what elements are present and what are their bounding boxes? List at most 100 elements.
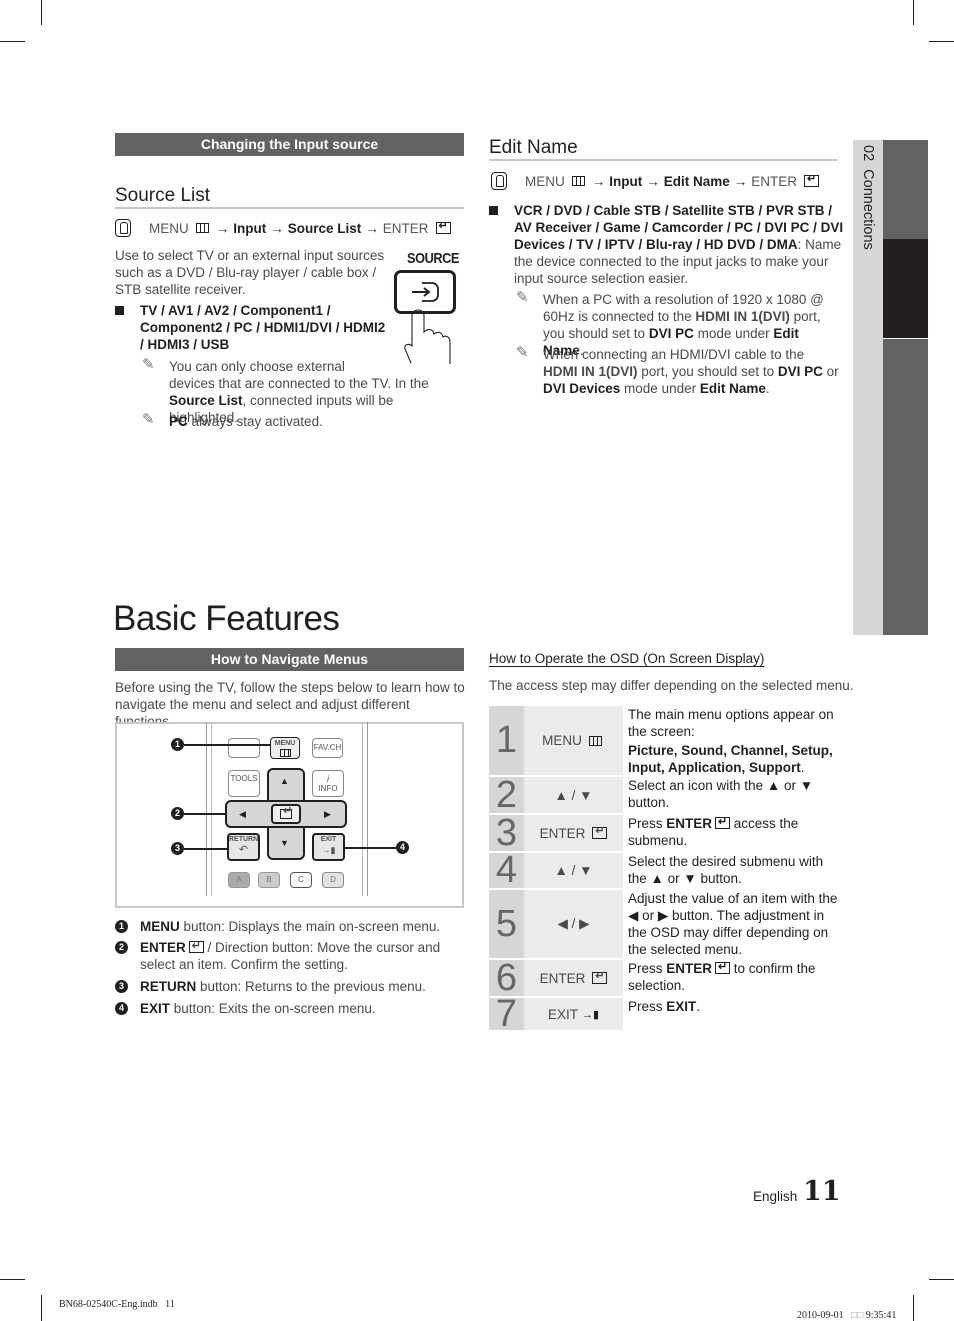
osd-step-row: 4 ▲ / ▼ Select the desired submenu with … [489,851,839,889]
enter-icon [188,938,204,955]
enter-icon [592,969,608,984]
footer-language: English [753,1189,798,1204]
step-description: Adjust the value of an item with the ◀ o… [628,891,838,957]
print-timestamp: 2010-09-01 □□ 9:35:41 [797,1310,897,1321]
step-description: Press EXIT. [628,999,701,1014]
legend-number-4: 4 [115,1002,128,1015]
remote-enter-button[interactable] [271,804,301,824]
enter-icon [715,814,731,831]
source-input-icon [404,282,451,364]
hand-press-icon [115,219,131,237]
section-bar-input-source: Changing the Input source [115,133,464,156]
step-button: EXIT →▮ [524,998,623,1030]
remote-down-arrow[interactable]: ▼ [280,838,289,848]
legend-number-2: 2 [115,941,128,954]
heading-rule [115,207,464,209]
edit-name-menu-path: MENU → Input → Edit Name → ENTER [491,172,820,190]
remote-color-d-button[interactable]: D [322,872,344,888]
source-list-bullet: TV / AV1 / AV2 / Component1 / Component2… [140,303,386,352]
remote-info-button[interactable]: i INFO [312,770,344,797]
legend-number-1: 1 [115,920,128,933]
callout-line [184,744,270,746]
return-icon: ↶ [238,844,249,856]
remote-illustration: MENU FAV.CH TOOLS i INFO ▲ ▼ ◀ ▶ RETURN … [115,722,464,908]
step-number: 7 [489,995,524,1033]
step-number: 6 [489,959,524,997]
osd-heading: How to Operate the OSD (On Screen Displa… [489,651,765,666]
menu-icon [279,749,291,757]
legend-item: MENU button: Displays the main on-screen… [140,919,441,934]
osd-step-row: 1 MENU The main menu options appear on t… [489,706,839,775]
remote-return-button[interactable]: RETURN ↶ [227,833,260,861]
step-number: 4 [489,851,524,889]
step-number: 1 [489,706,524,775]
step-button: ▲ / ▼ [524,777,623,813]
step-number: 3 [489,814,524,852]
side-tab-label: 02 Connections [860,145,876,250]
note-pencil-icon: ✎ [142,411,155,428]
osd-step-row: 7 EXIT →▮ Press EXIT. [489,995,839,1033]
osd-step-row: 5 ◀ / ▶ Adjust the value of an item with… [489,890,839,958]
source-list-heading: Source List [115,185,211,206]
callout-line [345,847,396,849]
step-button: ◀ / ▶ [524,890,623,958]
enter-icon [804,172,820,187]
section-bar-navigate-menus: How to Navigate Menus [115,648,464,671]
legend-number-3: 3 [115,980,128,993]
note-pencil-icon: ✎ [516,289,529,306]
side-tab-active-section[interactable] [883,239,928,338]
step-button: ENTER [524,815,623,851]
source-button-illustration: SOURCE [390,250,465,365]
side-tab-section [883,339,928,635]
callout-2: 2 [171,807,184,820]
remote-right-arrow[interactable]: ▶ [324,809,331,820]
source-list-menu-path: MENU → Input → Source List → ENTER [115,219,451,237]
callout-line [184,848,227,850]
legend-item: RETURN button: Returns to the previous m… [140,979,426,994]
page-title: Basic Features [113,599,340,638]
step-description: The main menu options appear on the scre… [628,707,834,775]
step-description: Press ENTER to confirm the selection. [628,959,840,994]
exit-icon: →▮ [321,845,336,855]
heading-rule [489,159,838,161]
source-list-intro: Use to select TV or an external input so… [115,248,385,297]
crop-mark [41,1295,42,1321]
page-number: 11 [803,1176,841,1207]
step-button: MENU [524,706,623,775]
remote-menu-button[interactable]: MENU [270,737,300,759]
enter-icon [715,959,731,976]
crop-mark [929,41,954,42]
remote-up-arrow[interactable]: ▲ [280,776,289,786]
step-description: Press ENTER access the submenu. [628,814,840,849]
menu-icon [588,735,602,746]
bullet-square [115,306,124,315]
remote-color-b-button[interactable]: B [258,872,280,888]
remote-left-arrow[interactable]: ◀ [239,809,246,820]
print-file-name: BN68-02540C-Eng.indb 11 [59,1299,175,1310]
source-list-note-2: PC always stay activated. [169,414,323,429]
menu-icon [571,176,585,186]
remote-exit-button[interactable]: EXIT →▮ [312,833,345,861]
remote-favch-button[interactable]: FAV.CH [312,738,343,758]
menu-icon [195,223,209,233]
step-number: 2 [489,776,524,814]
legend-item: EXIT button: Exits the on-screen menu. [140,1001,376,1016]
callout-line [184,813,227,815]
crop-mark [913,1295,914,1321]
step-number: 5 [489,890,524,958]
edit-name-note-2: When connecting an HDMI/DVI cable to the… [543,347,839,396]
step-description: Select the desired submenu with the ▲ or… [628,854,824,886]
remote-color-c-button[interactable]: C [290,872,312,888]
remote-tools-button[interactable]: TOOLS [228,770,260,797]
osd-intro: The access step may differ depending on … [489,678,854,693]
remote-color-a-button[interactable]: A [228,872,250,888]
legend-item: ENTER / Direction button: Move the curso… [140,938,460,973]
note-pencil-icon: ✎ [142,356,155,373]
edit-name-bullet: VCR / DVD / Cable STB / Satellite STB / … [514,203,844,286]
crop-mark [41,0,42,25]
edit-name-heading: Edit Name [489,137,578,158]
bullet-square [489,206,498,215]
callout-3: 3 [171,842,184,855]
remote-blank-button[interactable] [228,738,260,758]
osd-step-row: 6 ENTER Press ENTER to confirm the selec… [489,959,840,997]
